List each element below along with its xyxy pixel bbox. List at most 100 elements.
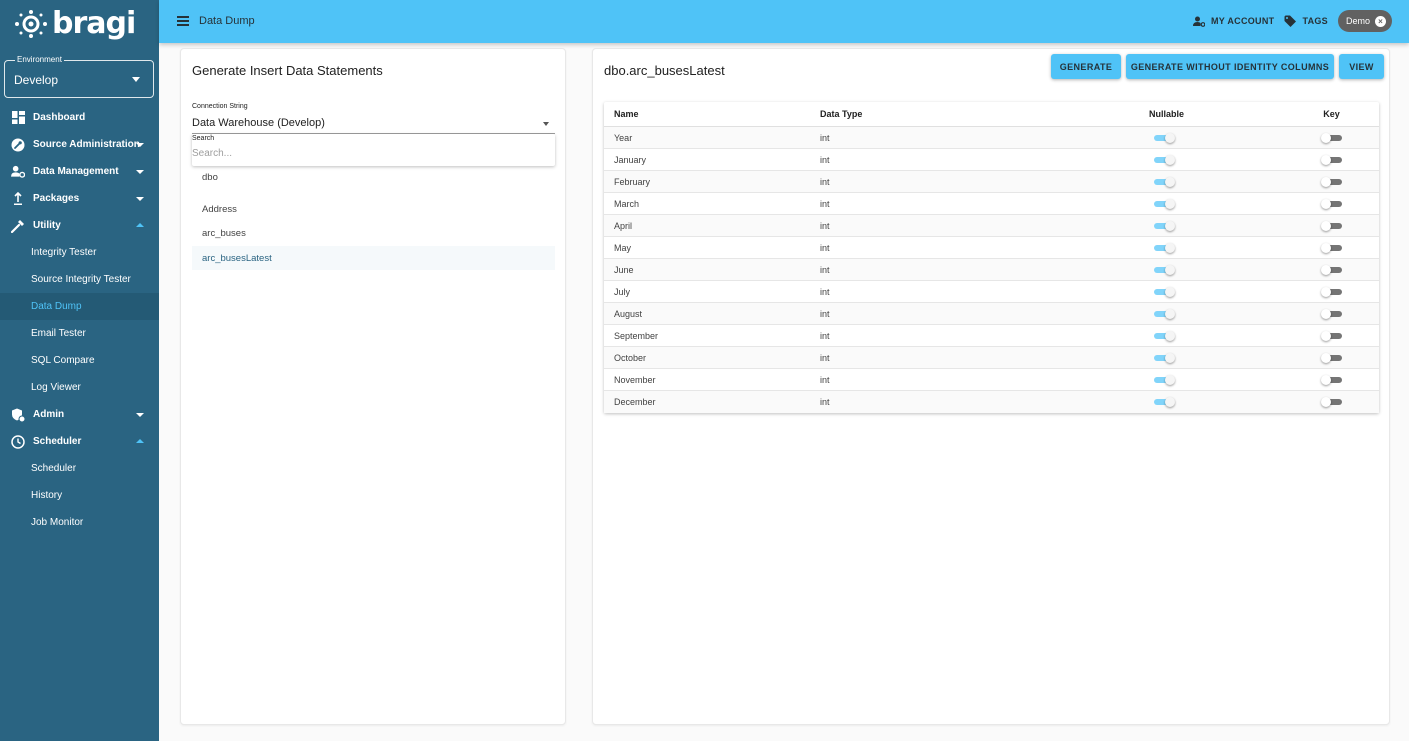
tree-item-arc-buses-latest[interactable]: arc_busesLatest bbox=[192, 246, 555, 270]
account-settings-icon bbox=[1192, 16, 1205, 27]
cell-name: June bbox=[614, 264, 634, 275]
cell-key bbox=[1246, 352, 1379, 364]
cell-key bbox=[1246, 330, 1379, 342]
environment-select[interactable]: Environment Develop bbox=[4, 55, 154, 98]
dashboard-icon bbox=[11, 111, 25, 125]
cell-nullable bbox=[1087, 330, 1246, 342]
table-row: June int bbox=[604, 259, 1379, 281]
sidebar-item-data-management[interactable]: Data Management bbox=[0, 158, 159, 185]
sidebar-item-label: History bbox=[31, 490, 63, 501]
sidebar-item-scheduler[interactable]: Scheduler bbox=[0, 428, 159, 455]
cell-name: November bbox=[614, 374, 656, 385]
key-toggle[interactable] bbox=[1320, 264, 1343, 276]
tree-item-dbo[interactable]: dbo bbox=[192, 165, 555, 189]
sidebar-item-email-tester[interactable]: Email Tester bbox=[0, 320, 159, 347]
nullable-toggle[interactable] bbox=[1153, 286, 1175, 298]
sidebar-item-dashboard[interactable]: Dashboard bbox=[0, 104, 159, 131]
generate-insert-panel: Generate Insert Data Statements Connecti… bbox=[180, 48, 566, 725]
cell-data-type: int bbox=[820, 352, 830, 363]
chevron-down-icon bbox=[136, 170, 144, 174]
cell-data-type: int bbox=[820, 330, 830, 341]
cell-nullable bbox=[1087, 220, 1246, 232]
cell-key bbox=[1246, 396, 1379, 408]
admin-shield-icon bbox=[11, 408, 25, 422]
nullable-toggle[interactable] bbox=[1153, 374, 1175, 386]
search-input[interactable] bbox=[192, 148, 552, 159]
demo-chip[interactable]: Demo × bbox=[1337, 10, 1392, 32]
close-icon[interactable]: × bbox=[1375, 15, 1386, 27]
nullable-toggle[interactable] bbox=[1153, 352, 1175, 364]
cell-name: July bbox=[614, 286, 631, 297]
key-toggle[interactable] bbox=[1320, 132, 1343, 144]
key-toggle[interactable] bbox=[1320, 396, 1343, 408]
cell-key bbox=[1246, 264, 1379, 276]
nullable-toggle[interactable] bbox=[1153, 154, 1175, 166]
cell-name: Year bbox=[614, 132, 633, 143]
tree-item-address[interactable]: Address bbox=[192, 197, 555, 221]
cell-nullable bbox=[1087, 132, 1246, 144]
nullable-toggle[interactable] bbox=[1153, 198, 1175, 210]
sidebar-item-source-integrity-tester[interactable]: Source Integrity Tester bbox=[0, 266, 159, 293]
key-toggle[interactable] bbox=[1320, 242, 1343, 254]
sidebar-item-data-dump[interactable]: Data Dump bbox=[0, 293, 159, 320]
sidebar-nav: Dashboard Source Administration Data Man… bbox=[0, 104, 159, 536]
sidebar-item-source-administration[interactable]: Source Administration bbox=[0, 131, 159, 158]
sidebar-item-utility[interactable]: Utility bbox=[0, 212, 159, 239]
top-app-bar: Data Dump MY ACCOUNT TAGS Demo × bbox=[159, 0, 1409, 43]
sidebar-item-history[interactable]: History bbox=[0, 482, 159, 509]
nullable-toggle[interactable] bbox=[1153, 132, 1175, 144]
key-toggle[interactable] bbox=[1320, 220, 1343, 232]
sidebar-item-sql-compare[interactable]: SQL Compare bbox=[0, 347, 159, 374]
tags-button[interactable]: TAGS bbox=[1284, 15, 1328, 27]
nullable-toggle[interactable] bbox=[1153, 264, 1175, 276]
cell-nullable bbox=[1087, 176, 1246, 188]
sidebar-item-integrity-tester[interactable]: Integrity Tester bbox=[0, 239, 159, 266]
key-toggle[interactable] bbox=[1320, 330, 1343, 342]
table-detail-panel: dbo.arc_busesLatest GENERATE GENERATE WI… bbox=[592, 48, 1390, 725]
nullable-toggle[interactable] bbox=[1153, 330, 1175, 342]
sidebar-item-label: Integrity Tester bbox=[31, 247, 97, 258]
nullable-toggle[interactable] bbox=[1153, 176, 1175, 188]
table-row: September int bbox=[604, 325, 1379, 347]
table-row: July int bbox=[604, 281, 1379, 303]
sidebar: bragi Environment Develop Dashboard Sour… bbox=[0, 0, 159, 741]
cell-name: March bbox=[614, 198, 640, 209]
key-toggle[interactable] bbox=[1320, 308, 1343, 320]
sidebar-item-scheduler-child[interactable]: Scheduler bbox=[0, 455, 159, 482]
sidebar-item-packages[interactable]: Packages bbox=[0, 185, 159, 212]
sidebar-item-admin[interactable]: Admin bbox=[0, 401, 159, 428]
connection-string-value: Data Warehouse (Develop) bbox=[192, 117, 325, 129]
key-toggle[interactable] bbox=[1320, 374, 1343, 386]
my-account-button[interactable]: MY ACCOUNT bbox=[1192, 16, 1275, 27]
key-toggle[interactable] bbox=[1320, 352, 1343, 364]
nullable-toggle[interactable] bbox=[1153, 396, 1175, 408]
brand-logo[interactable]: bragi bbox=[14, 6, 136, 42]
cell-key bbox=[1246, 242, 1379, 254]
generate-button[interactable]: GENERATE bbox=[1051, 54, 1121, 79]
key-toggle[interactable] bbox=[1320, 154, 1343, 166]
sidebar-item-log-viewer[interactable]: Log Viewer bbox=[0, 374, 159, 401]
cell-name: December bbox=[614, 397, 656, 407]
tree-item-arc-buses[interactable]: arc_buses bbox=[192, 221, 555, 245]
column-header-key: Key bbox=[1323, 109, 1340, 119]
sidebar-item-label: Packages bbox=[33, 193, 80, 204]
tags-label: TAGS bbox=[1302, 16, 1328, 26]
cell-data-type: int bbox=[820, 374, 830, 385]
sidebar-item-label: Dashboard bbox=[33, 112, 86, 123]
key-toggle[interactable] bbox=[1320, 176, 1343, 188]
tool-icon bbox=[11, 219, 25, 233]
key-toggle[interactable] bbox=[1320, 286, 1343, 298]
view-button[interactable]: VIEW bbox=[1339, 54, 1384, 79]
menu-icon[interactable] bbox=[177, 16, 189, 26]
sidebar-item-job-monitor[interactable]: Job Monitor bbox=[0, 509, 159, 536]
nullable-toggle[interactable] bbox=[1153, 220, 1175, 232]
cell-data-type: int bbox=[820, 308, 830, 319]
upload-arrow-icon bbox=[11, 192, 25, 206]
nullable-toggle[interactable] bbox=[1153, 242, 1175, 254]
brand-name: bragi bbox=[52, 6, 136, 41]
key-toggle[interactable] bbox=[1320, 198, 1343, 210]
sidebar-item-label: Source Administration bbox=[33, 139, 140, 150]
generate-without-identity-button[interactable]: GENERATE WITHOUT IDENTITY COLUMNS bbox=[1126, 54, 1334, 79]
nullable-toggle[interactable] bbox=[1153, 308, 1175, 320]
cell-nullable bbox=[1087, 352, 1246, 364]
